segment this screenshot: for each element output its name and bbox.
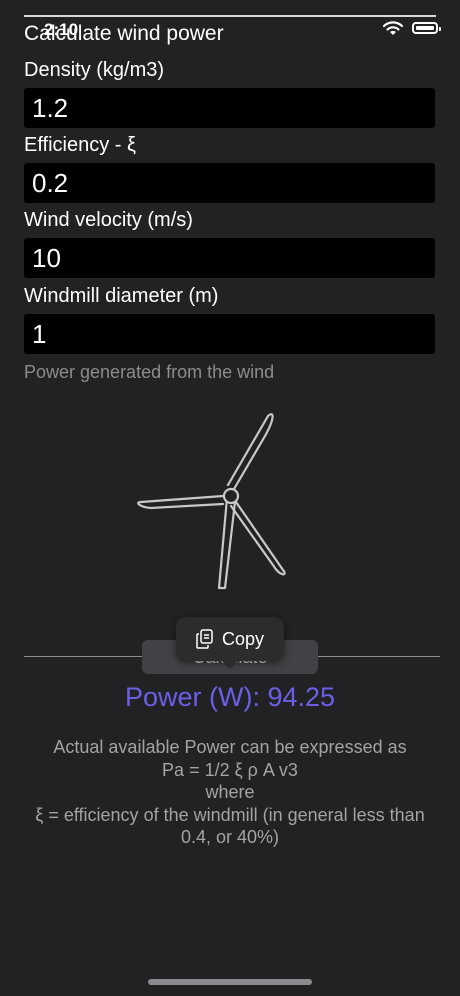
copy-label: Copy (221, 628, 265, 649)
efficiency-input[interactable]: 0.2 (24, 163, 435, 203)
efficiency-label: Efficiency - ξ (24, 134, 136, 156)
power-result: Power (W): 94.25 (124, 682, 336, 712)
formula-description: Actual available Power can be expressed … (30, 736, 430, 849)
top-divider (24, 15, 436, 17)
wifi-icon (382, 21, 404, 35)
battery-icon (412, 22, 441, 34)
description-line-1: Actual available Power can be expressed … (53, 737, 407, 757)
formula-line: Pa = 1/2 ξ ρ A v3 (162, 759, 298, 780)
windmill-diameter-label: Windmill diameter (m) (24, 285, 219, 307)
home-indicator[interactable] (148, 979, 312, 985)
efficiency-note: ξ = efficiency of the windmill (in gener… (35, 804, 425, 848)
hint-text: Power generated from the wind (24, 362, 275, 382)
copy-icon (196, 629, 213, 649)
status-time: 2:10 (44, 20, 79, 39)
windmill-diameter-input[interactable]: 1 (24, 314, 435, 354)
popup-arrow (222, 661, 238, 669)
copy-popup[interactable]: Copy (176, 617, 284, 669)
wind-velocity-input[interactable]: 10 (24, 238, 435, 278)
wind-velocity-label: Wind velocity (m/s) (24, 209, 193, 231)
density-label: Density (kg/m3) (24, 59, 165, 81)
description-where: where (205, 782, 255, 802)
density-input[interactable]: 1.2 (24, 88, 435, 128)
wind-turbine-icon (137, 413, 286, 590)
status-icons (382, 20, 441, 36)
